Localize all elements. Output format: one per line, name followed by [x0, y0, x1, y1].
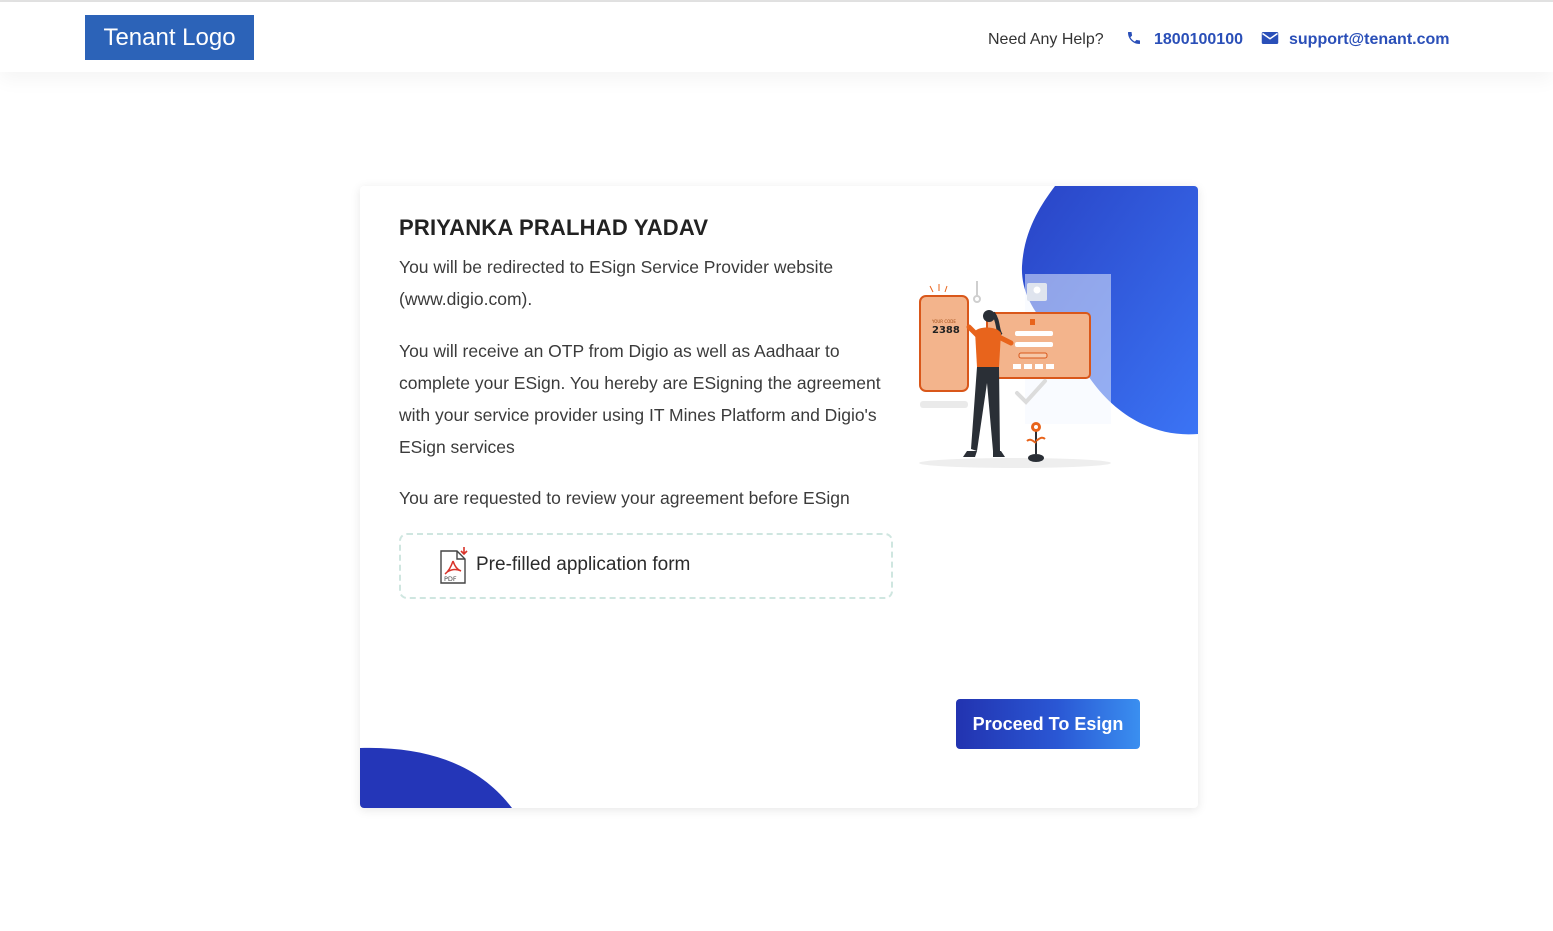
esign-illustration: YOUR CODE 2388 — [919, 274, 1111, 468]
top-header: Tenant Logo Need Any Help? 1800100100 su… — [0, 2, 1553, 72]
svg-text:2388: 2388 — [932, 325, 960, 336]
phone-icon — [1128, 32, 1140, 44]
pdf-icon: PDF — [440, 547, 468, 584]
support-phone-link[interactable]: 1800100100 — [1154, 31, 1243, 49]
review-info-text: You are requested to review your agreeme… — [399, 488, 850, 508]
svg-text:PDF: PDF — [444, 575, 457, 583]
decorative-blob-bottom-left — [360, 747, 512, 808]
prefilled-form-document-link[interactable]: PDF Pre-filled application form — [399, 533, 893, 599]
document-label: Pre-filled application form — [476, 554, 691, 575]
svg-text:YOUR CODE: YOUR CODE — [931, 319, 956, 324]
tenant-logo[interactable]: Tenant Logo — [85, 15, 254, 60]
esign-card: YOUR CODE 2388 PRIYANKA PRALHAD YADAV Yo… — [360, 186, 1198, 808]
help-text: Need Any Help? — [988, 31, 1104, 48]
otp-info-text: You will receive an OTP from Digio as we… — [399, 341, 881, 457]
support-email-link[interactable]: support@tenant.com — [1289, 31, 1450, 49]
proceed-to-esign-button[interactable]: Proceed To Esign — [956, 699, 1140, 749]
signer-name: PRIYANKA PRALHAD YADAV — [399, 215, 709, 240]
mail-icon — [1261, 32, 1279, 44]
redirect-info-text: You will be redirected to ESign Service … — [399, 257, 834, 309]
